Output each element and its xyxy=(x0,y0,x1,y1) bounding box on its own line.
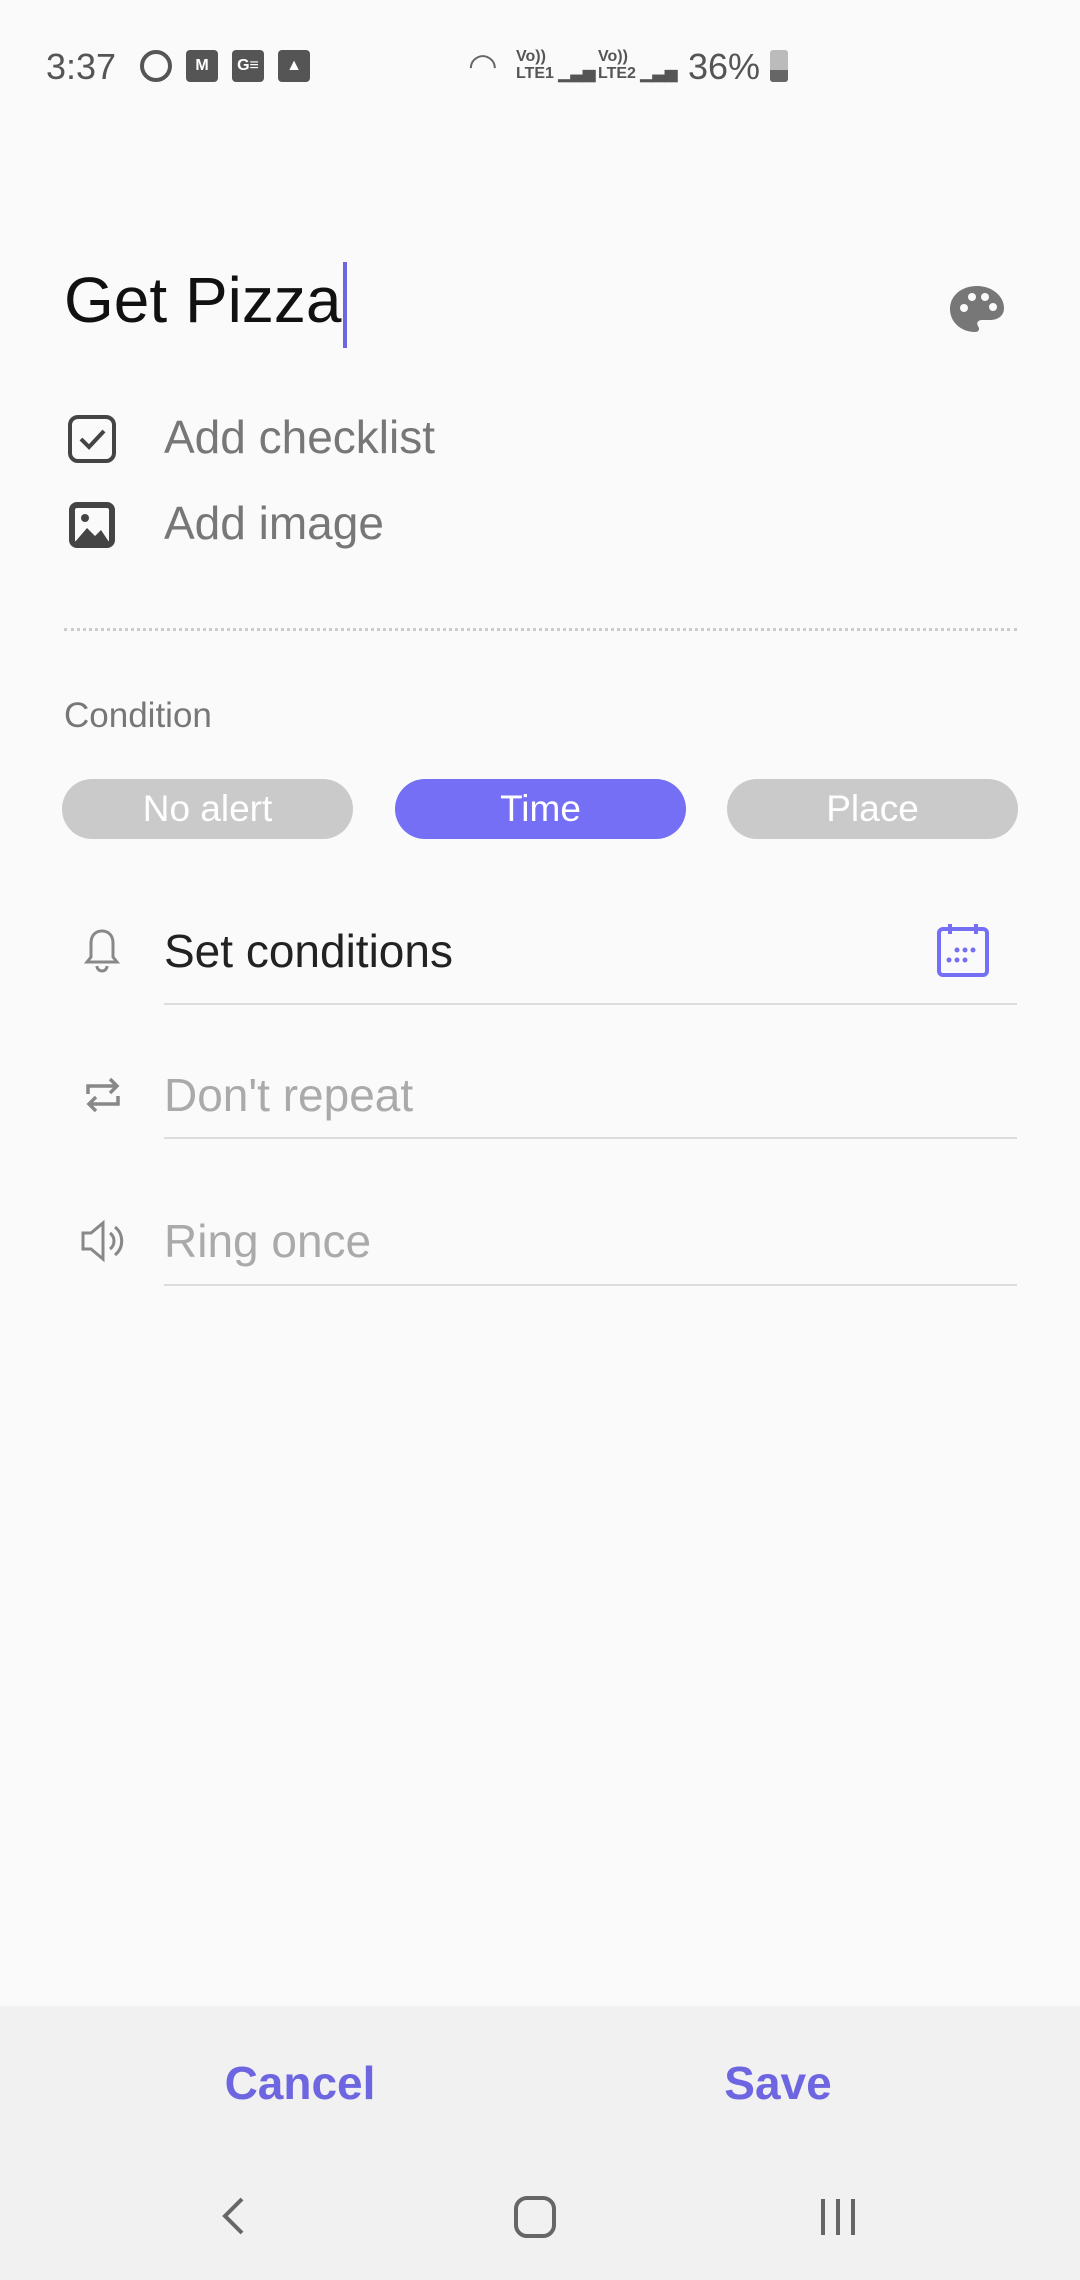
add-checklist-button[interactable]: Add checklist xyxy=(164,410,435,464)
lte1-signal-icon: Vo)) LTE1 ▁▃▅ xyxy=(516,48,596,82)
status-time: 3:37 xyxy=(46,46,117,87)
condition-label: Condition xyxy=(64,696,212,735)
add-image-button[interactable]: Add image xyxy=(164,496,384,550)
ring-field[interactable]: Ring once xyxy=(164,1214,371,1268)
calendar-icon[interactable] xyxy=(936,922,990,978)
divider xyxy=(64,628,1017,631)
title-input[interactable]: Get Pizza xyxy=(64,262,348,348)
place-option[interactable]: Place xyxy=(727,779,1018,839)
save-button[interactable]: Save xyxy=(628,2055,928,2111)
notification-icons: M G≡ ▲ xyxy=(140,50,310,82)
account-icon xyxy=(140,50,172,82)
text-cursor xyxy=(343,262,348,348)
back-icon[interactable] xyxy=(218,2195,248,2237)
home-icon[interactable] xyxy=(513,2195,557,2239)
gmail-icon: M xyxy=(186,50,218,82)
palette-icon[interactable] xyxy=(948,284,1006,334)
title-text: Get Pizza xyxy=(64,263,342,336)
checklist-icon[interactable] xyxy=(67,414,117,464)
wifi-icon: ◠ xyxy=(468,47,498,85)
divider xyxy=(164,1284,1017,1286)
time-option[interactable]: Time xyxy=(395,779,686,839)
repeat-field[interactable]: Don't repeat xyxy=(164,1068,413,1122)
status-bar: 3:37 M G≡ ▲ ◠ Vo)) LTE1 ▁▃▅ Vo)) LTE2 ▁▃▅ … xyxy=(0,0,1080,106)
set-conditions-field[interactable]: Set conditions xyxy=(164,924,453,978)
sound-icon xyxy=(81,1219,124,1263)
battery-icon xyxy=(770,50,788,82)
bell-icon xyxy=(84,929,120,973)
cancel-button[interactable]: Cancel xyxy=(150,2055,450,2111)
image-icon[interactable] xyxy=(67,500,117,550)
battery-percent: 36% xyxy=(688,46,761,87)
ge-icon: G≡ xyxy=(232,50,264,82)
repeat-icon xyxy=(86,1077,120,1113)
recents-icon[interactable] xyxy=(818,2197,858,2237)
divider xyxy=(164,1003,1017,1005)
gallery-icon: ▲ xyxy=(278,50,310,82)
divider xyxy=(164,1137,1017,1139)
no-alert-option[interactable]: No alert xyxy=(62,779,353,839)
lte2-signal-icon: Vo)) LTE2 ▁▃▅ xyxy=(598,48,678,82)
